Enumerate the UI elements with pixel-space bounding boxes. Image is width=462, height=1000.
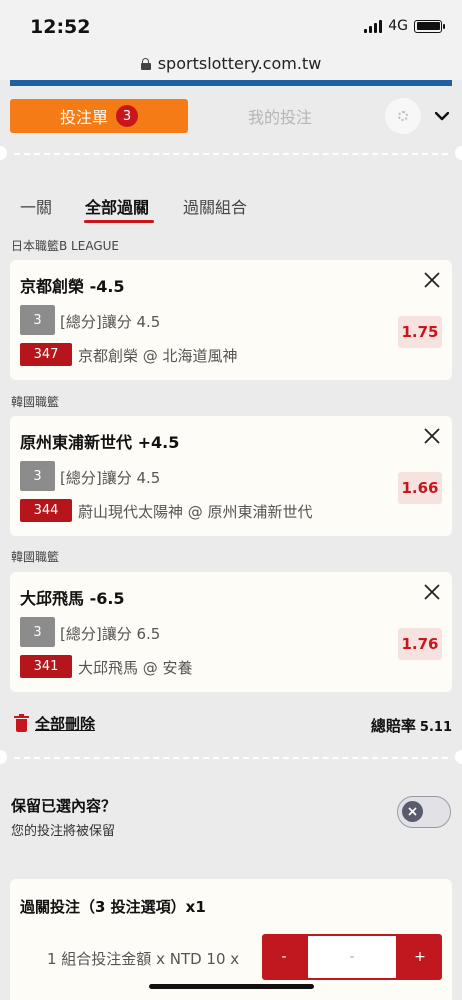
chevron-down-icon bbox=[435, 111, 449, 120]
bet-selection: 京都創榮 -4.5 bbox=[20, 277, 125, 296]
divider-notch bbox=[455, 750, 462, 764]
page-header-strip bbox=[10, 80, 452, 86]
tab-parlay-combo[interactable]: 過關組合 bbox=[183, 194, 247, 218]
toggle-x-icon bbox=[402, 801, 423, 822]
delete-all-label: 全部刪除 bbox=[35, 715, 96, 733]
lock-icon bbox=[140, 58, 151, 70]
league-label: 日本職籃B LEAGUE bbox=[11, 239, 119, 253]
close-icon[interactable] bbox=[424, 272, 440, 288]
divider bbox=[14, 153, 448, 155]
bet-selection: 大邱飛馬 -6.5 bbox=[20, 589, 125, 608]
increase-button[interactable]: + bbox=[398, 934, 442, 980]
tab-bet-slip-label: 投注單 bbox=[59, 108, 108, 127]
close-icon[interactable] bbox=[424, 428, 440, 444]
decrease-button[interactable]: - bbox=[262, 934, 306, 980]
game-number-badge: 347 bbox=[20, 343, 72, 366]
network-type: 4G bbox=[388, 18, 408, 34]
status-indicators: 4G bbox=[364, 18, 445, 34]
delete-all-button[interactable]: 全部刪除 bbox=[14, 713, 95, 734]
signal-icon bbox=[364, 19, 383, 33]
bet-match: 京都創榮 @ 北海道風神 bbox=[78, 347, 238, 365]
bet-card: 原州東浦新世代 +4.5 3 [總分]讓分 4.5 344 蔚山現代太陽神 @ … bbox=[10, 416, 452, 536]
parlay-title: 過關投注（3 投注選項）x1 bbox=[20, 898, 206, 916]
bet-quantity[interactable]: 3 bbox=[20, 617, 55, 647]
stake-stepper: - + bbox=[262, 934, 442, 980]
bet-market: [總分]讓分 4.5 bbox=[60, 469, 161, 487]
stake-input[interactable] bbox=[308, 936, 396, 978]
divider-notch bbox=[455, 146, 462, 160]
divider-notch bbox=[0, 750, 7, 764]
divider-notch bbox=[0, 146, 7, 160]
active-tab-indicator bbox=[84, 220, 154, 223]
keep-selection-toggle[interactable] bbox=[397, 796, 451, 828]
bet-card: 京都創榮 -4.5 3 [總分]讓分 4.5 347 京都創榮 @ 北海道風神 … bbox=[10, 260, 452, 380]
parlay-bet-card: 過關投注（3 投注選項）x1 1 組合投注金額 x NTD 10 x - + bbox=[10, 879, 452, 1000]
bet-odds: 1.75 bbox=[398, 316, 442, 348]
bet-slip-header: 投注單 3 我的投注 bbox=[10, 98, 452, 135]
bet-quantity[interactable]: 3 bbox=[20, 305, 55, 335]
bet-selection: 原州東浦新世代 +4.5 bbox=[20, 433, 180, 452]
divider bbox=[14, 757, 448, 759]
status-bar: 12:52 4G bbox=[0, 0, 462, 46]
bet-market: [總分]讓分 6.5 bbox=[60, 625, 161, 643]
keep-selection-title: 保留已選內容？ bbox=[11, 797, 117, 815]
keep-selection-subtitle: 您的投注將被保留 bbox=[11, 824, 116, 839]
league-label: 韓國職籃 bbox=[11, 395, 60, 409]
league-label: 韓國職籃 bbox=[11, 550, 60, 564]
status-time: 12:52 bbox=[30, 16, 91, 38]
bet-odds: 1.76 bbox=[398, 628, 442, 660]
tab-bet-slip[interactable]: 投注單 3 bbox=[10, 99, 188, 133]
bet-match: 大邱飛馬 @ 安養 bbox=[78, 659, 193, 677]
bet-quantity[interactable]: 3 bbox=[20, 461, 55, 491]
bet-match: 蔚山現代太陽神 @ 原州東浦新世代 bbox=[78, 503, 313, 521]
total-odds: 總賠率 5.11 bbox=[371, 715, 452, 736]
game-number-badge: 344 bbox=[20, 499, 72, 522]
url-text: sportslottery.com.tw bbox=[157, 53, 322, 73]
bet-card: 大邱飛馬 -6.5 3 [總分]讓分 6.5 341 大邱飛馬 @ 安養 1.7… bbox=[10, 572, 452, 692]
tab-my-bets[interactable]: 我的投注 bbox=[210, 99, 350, 133]
settings-button[interactable] bbox=[385, 98, 421, 134]
bet-market: [總分]讓分 4.5 bbox=[60, 313, 161, 331]
total-odds-label: 總賠率 bbox=[370, 717, 416, 735]
total-odds-value: 5.11 bbox=[419, 720, 452, 735]
close-icon[interactable] bbox=[424, 584, 440, 600]
bet-type-tabs: 一關 全部過關 過關組合 bbox=[0, 190, 462, 230]
home-indicator bbox=[149, 984, 314, 989]
tab-single[interactable]: 一關 bbox=[20, 194, 52, 218]
stake-label: 1 組合投注金額 x NTD 10 x bbox=[47, 950, 240, 968]
tab-all-parlay[interactable]: 全部過關 bbox=[85, 194, 149, 218]
url-bar[interactable]: sportslottery.com.tw bbox=[0, 46, 462, 80]
game-number-badge: 341 bbox=[20, 655, 72, 678]
bet-odds: 1.66 bbox=[398, 472, 442, 504]
trash-icon bbox=[14, 714, 29, 732]
collapse-button[interactable] bbox=[432, 107, 452, 125]
bet-count-badge: 3 bbox=[116, 105, 138, 127]
battery-icon bbox=[414, 19, 445, 33]
gear-icon bbox=[398, 111, 408, 121]
